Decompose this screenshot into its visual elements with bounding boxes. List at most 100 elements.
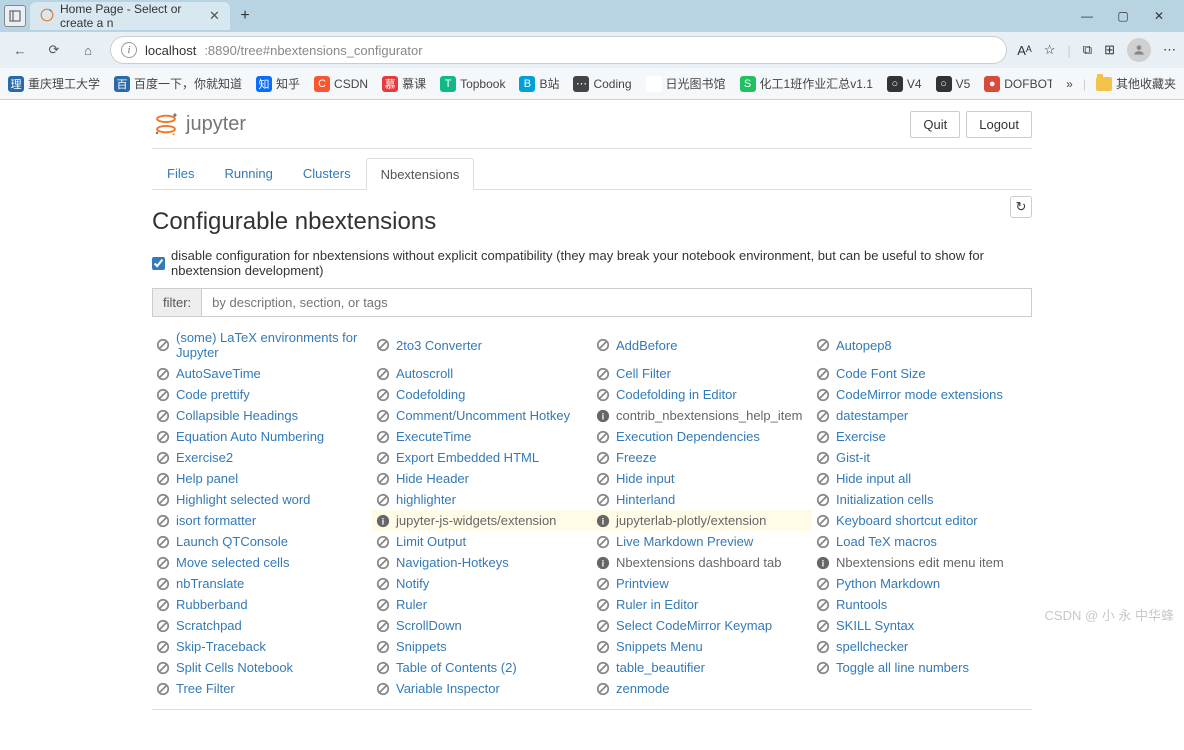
extension-item[interactable]: Cell Filter bbox=[592, 363, 812, 384]
extension-item[interactable]: Help panel bbox=[152, 468, 372, 489]
bookmark-item[interactable]: 理重庆理工大学 bbox=[8, 75, 100, 92]
extension-item[interactable]: Navigation-Hotkeys bbox=[372, 552, 592, 573]
reading-mode-icon[interactable]: Aᴬ bbox=[1017, 43, 1032, 58]
bookmark-item[interactable]: S化工1班作业汇总v1.1 bbox=[740, 75, 873, 92]
bookmark-item[interactable]: TTopbook bbox=[440, 76, 505, 92]
extension-item[interactable]: Notify bbox=[372, 573, 592, 594]
extension-item[interactable]: Ruler in Editor bbox=[592, 594, 812, 615]
extension-item[interactable]: table_beautifier bbox=[592, 657, 812, 678]
refresh-button[interactable]: ⟳ bbox=[42, 38, 66, 62]
extensions-icon[interactable]: ⧉ bbox=[1083, 42, 1092, 58]
extension-item[interactable]: Load TeX macros bbox=[812, 531, 1032, 552]
bookmark-item[interactable]: ⋯Coding bbox=[573, 76, 631, 92]
extension-item[interactable]: Printview bbox=[592, 573, 812, 594]
extension-item[interactable]: Table of Contents (2) bbox=[372, 657, 592, 678]
extension-item[interactable]: Hinterland bbox=[592, 489, 812, 510]
extension-item[interactable]: ijupyter-js-widgets/extension bbox=[372, 510, 592, 531]
extension-item[interactable]: Code Font Size bbox=[812, 363, 1032, 384]
bookmarks-overflow[interactable]: » bbox=[1066, 77, 1073, 91]
extension-item[interactable]: Runtools bbox=[812, 594, 1032, 615]
home-button[interactable]: ⌂ bbox=[76, 38, 100, 62]
bookmark-item[interactable]: ○V5 bbox=[936, 76, 971, 92]
tab-files[interactable]: Files bbox=[152, 157, 209, 189]
extension-item[interactable]: Autoscroll bbox=[372, 363, 592, 384]
extension-item[interactable]: Python Markdown bbox=[812, 573, 1032, 594]
extension-item[interactable]: spellchecker bbox=[812, 636, 1032, 657]
tab-overview-button[interactable] bbox=[4, 5, 26, 27]
minimize-button[interactable]: — bbox=[1078, 7, 1096, 25]
profile-avatar[interactable] bbox=[1127, 38, 1151, 62]
browser-tab-active[interactable]: Home Page - Select or create a n ✕ bbox=[30, 2, 230, 30]
bookmark-item[interactable]: BB站 bbox=[519, 75, 559, 92]
extension-item[interactable]: 2to3 Converter bbox=[372, 327, 592, 363]
new-tab-button[interactable]: + bbox=[234, 5, 256, 27]
logout-button[interactable]: Logout bbox=[966, 111, 1032, 138]
extension-item[interactable]: Codefolding bbox=[372, 384, 592, 405]
filter-input[interactable] bbox=[202, 289, 1031, 316]
extension-item[interactable]: Keyboard shortcut editor bbox=[812, 510, 1032, 531]
extension-item[interactable]: Hide input bbox=[592, 468, 812, 489]
tab-nbextensions[interactable]: Nbextensions bbox=[366, 158, 475, 190]
extension-item[interactable]: Hide Header bbox=[372, 468, 592, 489]
maximize-button[interactable]: ▢ bbox=[1114, 7, 1132, 25]
extension-item[interactable]: Snippets Menu bbox=[592, 636, 812, 657]
extension-item[interactable]: iNbextensions edit menu item bbox=[812, 552, 1032, 573]
extension-item[interactable]: isort formatter bbox=[152, 510, 372, 531]
extension-item[interactable]: Move selected cells bbox=[152, 552, 372, 573]
extension-item[interactable]: Exercise2 bbox=[152, 447, 372, 468]
extension-item[interactable]: Equation Auto Numbering bbox=[152, 426, 372, 447]
extension-item[interactable]: ExecuteTime bbox=[372, 426, 592, 447]
extension-item[interactable]: CodeMirror mode extensions bbox=[812, 384, 1032, 405]
other-bookmarks-folder[interactable]: 其他收藏夹 bbox=[1096, 75, 1176, 92]
panel-refresh-button[interactable]: ↻ bbox=[1010, 196, 1032, 218]
extension-item[interactable]: Ruler bbox=[372, 594, 592, 615]
extension-item[interactable]: Split Cells Notebook bbox=[152, 657, 372, 678]
compat-label[interactable]: disable configuration for nbextensions w… bbox=[171, 248, 1032, 278]
extension-item[interactable]: Collapsible Headings bbox=[152, 405, 372, 426]
extension-item[interactable]: Comment/Uncomment Hotkey bbox=[372, 405, 592, 426]
extension-item[interactable]: Launch QTConsole bbox=[152, 531, 372, 552]
extension-item[interactable]: datestamper bbox=[812, 405, 1032, 426]
extension-item[interactable]: Toggle all line numbers bbox=[812, 657, 1032, 678]
extension-item[interactable]: highlighter bbox=[372, 489, 592, 510]
extension-item[interactable]: Gist-it bbox=[812, 447, 1032, 468]
extension-item[interactable]: icontrib_nbextensions_help_item bbox=[592, 405, 812, 426]
more-icon[interactable]: ⋯ bbox=[1163, 42, 1176, 58]
bookmark-item[interactable]: 日光图书馆 bbox=[646, 75, 726, 92]
extension-item[interactable]: Highlight selected word bbox=[152, 489, 372, 510]
extension-item[interactable]: Export Embedded HTML bbox=[372, 447, 592, 468]
extension-item[interactable]: ijupyterlab-plotly/extension bbox=[592, 510, 812, 531]
bookmark-item[interactable]: CCSDN bbox=[314, 76, 368, 92]
extension-item[interactable]: Code prettify bbox=[152, 384, 372, 405]
extension-item[interactable]: zenmode bbox=[592, 678, 812, 699]
back-button[interactable]: ← bbox=[8, 38, 32, 62]
extension-item[interactable]: nbTranslate bbox=[152, 573, 372, 594]
extension-item[interactable]: Tree Filter bbox=[152, 678, 372, 699]
extension-item[interactable]: Exercise bbox=[812, 426, 1032, 447]
address-bar[interactable]: i localhost:8890/tree#nbextensions_confi… bbox=[110, 36, 1007, 64]
close-icon[interactable]: ✕ bbox=[209, 9, 220, 23]
extension-item[interactable]: AutoSaveTime bbox=[152, 363, 372, 384]
favorite-icon[interactable]: ☆ bbox=[1044, 42, 1056, 58]
jupyter-logo[interactable]: jupyter bbox=[152, 110, 246, 138]
bookmark-item[interactable]: ○V4 bbox=[887, 76, 922, 92]
extension-item[interactable]: Codefolding in Editor bbox=[592, 384, 812, 405]
bookmark-item[interactable]: 知知乎 bbox=[256, 75, 300, 92]
bookmark-item[interactable]: ●DOFBOT AI视觉机... bbox=[984, 75, 1052, 92]
compat-checkbox[interactable] bbox=[152, 257, 165, 270]
extension-item[interactable]: Skip-Traceback bbox=[152, 636, 372, 657]
extension-item[interactable]: Scratchpad bbox=[152, 615, 372, 636]
extension-item[interactable]: Limit Output bbox=[372, 531, 592, 552]
bookmark-item[interactable]: 百百度一下，你就知道 bbox=[114, 75, 242, 92]
close-window-button[interactable]: ✕ bbox=[1150, 7, 1168, 25]
tab-running[interactable]: Running bbox=[209, 157, 287, 189]
extension-item[interactable]: AddBefore bbox=[592, 327, 812, 363]
site-info-icon[interactable]: i bbox=[121, 42, 137, 58]
extension-item[interactable]: Rubberband bbox=[152, 594, 372, 615]
extension-item[interactable]: ScrollDown bbox=[372, 615, 592, 636]
extension-item[interactable]: SKILL Syntax bbox=[812, 615, 1032, 636]
extension-item[interactable]: Execution Dependencies bbox=[592, 426, 812, 447]
extension-item[interactable]: (some) LaTeX environments for Jupyter bbox=[152, 327, 372, 363]
extension-item[interactable]: Autopep8 bbox=[812, 327, 1032, 363]
extension-item[interactable]: Hide input all bbox=[812, 468, 1032, 489]
